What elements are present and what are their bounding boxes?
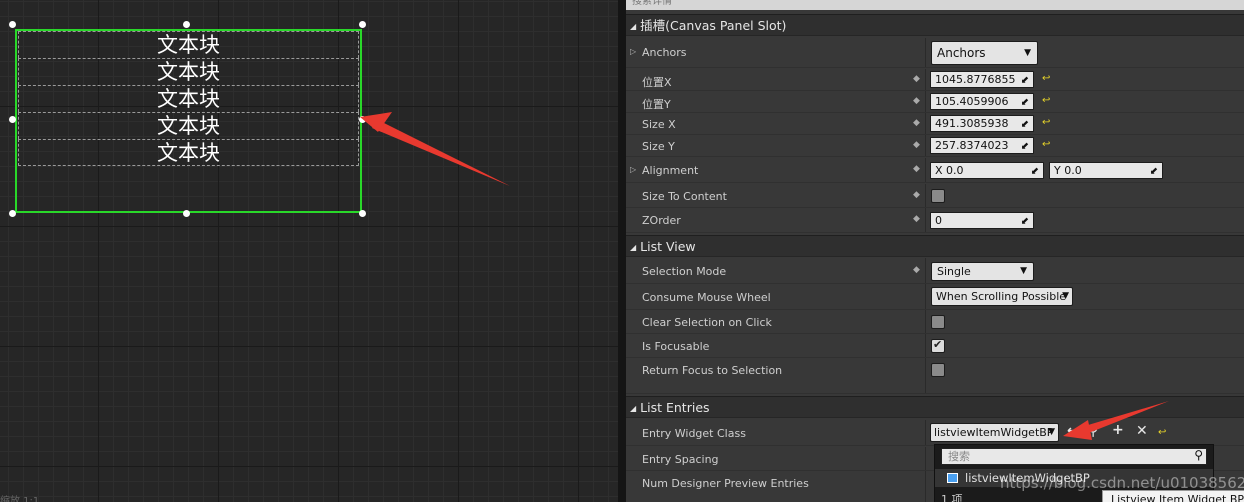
annotation-arrow-canvas [360, 112, 510, 186]
zoom-label: 缩放 1:1 [0, 496, 40, 502]
annotation-arrow-details [1063, 401, 1169, 440]
details-panel: 搜索详情 ◢ 插槽(Canvas Panel Slot) ▷ Anchors An… [626, 0, 1244, 502]
designer-canvas[interactable]: 文本块 文本块 文本块 文本块 文本块 缩放 1:1 [0, 0, 618, 502]
panel-splitter[interactable] [618, 0, 626, 502]
